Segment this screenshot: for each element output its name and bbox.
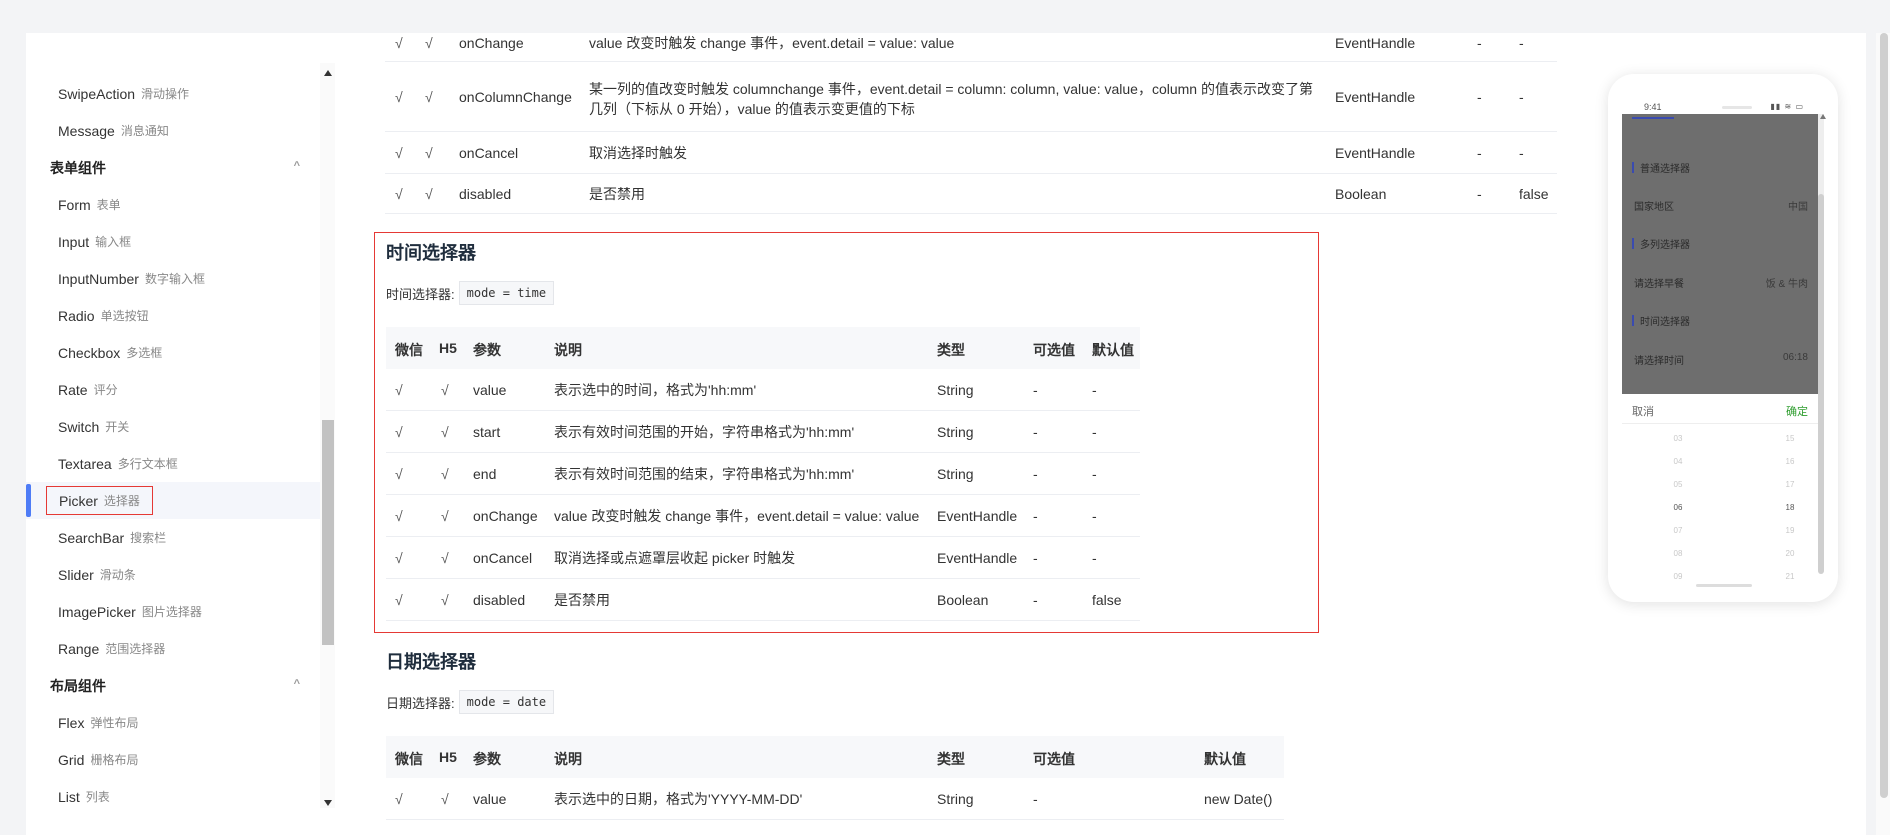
sidebar-item-rate[interactable]: Rate 评分 <box>26 371 320 408</box>
date-table-header: 微信 H5 参数 说明 类型 可选值 默认值 <box>386 736 1284 778</box>
sidebar-item-flex[interactable]: Flex 弹性布局 <box>26 704 320 741</box>
sidebar-item-slider[interactable]: Slider 滑动条 <box>26 556 320 593</box>
sidebar-item-checkbox[interactable]: Checkbox 多选框 <box>26 334 320 371</box>
scroll-down-arrow-icon[interactable] <box>324 800 332 806</box>
date-mode-code: mode = date <box>458 690 555 714</box>
minute-option[interactable]: 16 <box>1780 457 1800 466</box>
time-table-header: 微信 H5 参数 说明 类型 可选值 默认值 <box>386 327 1140 369</box>
minute-option[interactable]: 20 <box>1780 549 1800 558</box>
sidebar-item-inputnumber[interactable]: InputNumber 数字输入框 <box>26 260 320 297</box>
date-mode-line: 日期选择器: mode = date <box>386 690 555 714</box>
picker-highlight-box: Picker 选择器 <box>46 486 153 515</box>
sidebar-item-swipeaction[interactable]: SwipeAction 滑动操作 <box>26 75 320 112</box>
picker-confirm-button[interactable]: 确定 <box>1786 403 1808 419</box>
table-row: √ √ onChange value 改变时触发 change 事件，event… <box>386 495 1140 537</box>
phone-preview: 9:41 ▮▮ ≋ ▭ 普通选择器 国家地区 中国 多列选择器 请选择早餐 饭 … <box>1608 74 1838 602</box>
sidebar-item-textarea[interactable]: Textarea 多行文本框 <box>26 445 320 482</box>
table-row: √ √ onColumnChange 某一列的值改变时触发 columnchan… <box>385 62 1557 132</box>
minute-option[interactable]: 15 <box>1780 434 1800 443</box>
sidebar-group-layout[interactable]: 布局组件 ^ <box>26 667 320 704</box>
phone-scrollbar-thumb[interactable] <box>1818 194 1824 574</box>
time-section-title: 时间选择器 <box>386 243 476 263</box>
phone-section-header: 普通选择器 <box>1632 160 1690 175</box>
sidebar-item-input[interactable]: Input 输入框 <box>26 223 320 260</box>
table-row: √ √ disabled 是否禁用 Boolean - false <box>386 579 1140 621</box>
sidebar-item-list[interactable]: List 列表 <box>26 778 320 815</box>
tab-indicator <box>1632 117 1674 119</box>
phone-home-indicator <box>1696 584 1752 587</box>
hour-option-selected[interactable]: 06 <box>1668 503 1688 512</box>
table-row: √ √ value 表示选中的时间，格式为'hh:mm' String - - <box>386 369 1140 411</box>
sidebar-nav: SwipeAction 滑动操作 Message 消息通知 表单组件 ^ Form 表单… <box>26 33 320 835</box>
hour-option[interactable]: 04 <box>1668 457 1688 466</box>
hour-option[interactable]: 09 <box>1668 572 1688 581</box>
sidebar-item-searchbar[interactable]: SearchBar 搜索栏 <box>26 519 320 556</box>
scroll-up-arrow-icon[interactable] <box>324 70 332 76</box>
phone-screen-overlay[interactable]: 普通选择器 国家地区 中国 多列选择器 请选择早餐 饭 & 牛肉 时间选择器 请… <box>1622 114 1822 394</box>
hour-option[interactable]: 03 <box>1668 434 1688 443</box>
minute-option[interactable]: 21 <box>1780 572 1800 581</box>
phone-row-value: 饭 & 牛肉 <box>1765 279 1808 290</box>
minute-option[interactable]: 19 <box>1780 526 1800 535</box>
phone-row-value: 中国 <box>1788 202 1808 213</box>
hour-option[interactable]: 08 <box>1668 549 1688 558</box>
page-scrollbar-thumb[interactable] <box>1880 33 1888 798</box>
sidebar-item-picker[interactable]: Picker 选择器 <box>26 482 320 519</box>
minute-option-selected[interactable]: 18 <box>1780 503 1800 512</box>
sidebar-item-switch[interactable]: Switch 开关 <box>26 408 320 445</box>
table-row: √ √ onCancel 取消选择或点遮罩层收起 picker 时触发 Even… <box>386 537 1140 579</box>
phone-row-label: 请选择早餐 <box>1634 279 1684 290</box>
table-row: √ √ disabled 是否禁用 Boolean - false <box>385 174 1557 214</box>
sidebar-item-form[interactable]: Form 表单 <box>26 186 320 223</box>
sidebar-item-grid[interactable]: Grid 栅格布局 <box>26 741 320 778</box>
date-section-title: 日期选择器 <box>386 652 476 672</box>
active-indicator <box>26 484 31 517</box>
minute-option[interactable]: 17 <box>1780 480 1800 489</box>
phone-row-value: 06:18 <box>1782 352 1808 363</box>
hour-option[interactable]: 07 <box>1668 526 1688 535</box>
phone-scroll-up-icon[interactable] <box>1820 114 1826 119</box>
sidebar-group-form[interactable]: 表单组件 ^ <box>26 149 320 186</box>
hour-option[interactable]: 05 <box>1668 480 1688 489</box>
phone-section-header: 多列选择器 <box>1632 236 1690 251</box>
page-scrollbar[interactable] <box>1876 33 1890 835</box>
picker-cancel-button[interactable]: 取消 <box>1632 403 1654 419</box>
phone-section-header: 时间选择器 <box>1632 313 1690 328</box>
time-mode-code: mode = time <box>458 281 555 305</box>
time-mode-line: 时间选择器: mode = time <box>386 281 555 305</box>
sidebar-item-imagepicker[interactable]: ImagePicker 图片选择器 <box>26 593 320 630</box>
phone-row-label: 请选择时间 <box>1634 356 1684 367</box>
sidebar-item-message[interactable]: Message 消息通知 <box>26 112 320 149</box>
phone-row-label: 国家地区 <box>1634 202 1674 213</box>
sidebar-item-range[interactable]: Range 范围选择器 <box>26 630 320 667</box>
table-row: √ √ value 表示选中的日期，格式为'YYYY-MM-DD' String… <box>386 778 1284 820</box>
chevron-up-icon: ^ <box>293 678 300 690</box>
phone-notch <box>1722 106 1752 109</box>
sidebar-scrollbar-thumb[interactable] <box>322 420 334 645</box>
chevron-up-icon: ^ <box>293 160 300 172</box>
table-row: √ √ end 表示有效时间范围的结束，字符串格式为'hh:mm' String… <box>386 453 1140 495</box>
sidebar-item-radio[interactable]: Radio 单选按钮 <box>26 297 320 334</box>
signal-battery-icon: ▮▮ ≋ ▭ <box>1770 102 1804 111</box>
table-row: √ √ onCancel 取消选择时触发 EventHandle - - <box>385 132 1557 174</box>
phone-scrollbar[interactable] <box>1818 114 1824 574</box>
table-row: √ √ start 表示有效时间范围的开始，字符串格式为'hh:mm' Stri… <box>386 411 1140 453</box>
table-row: √ √ onChange value 改变时触发 change 事件，event… <box>385 25 1557 62</box>
picker-toolbar: 取消 确定 <box>1622 394 1822 424</box>
